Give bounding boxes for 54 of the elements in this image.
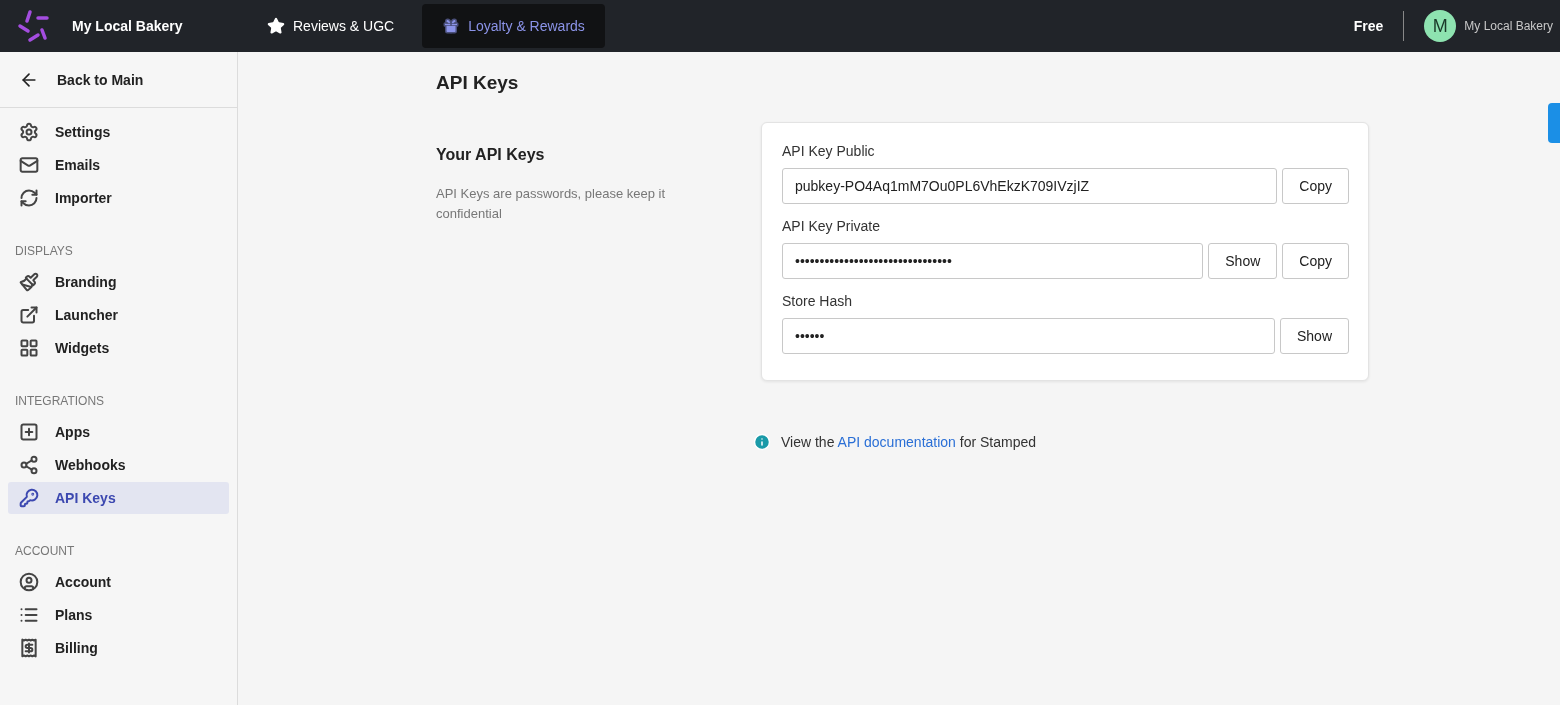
input-field[interactable]: ••••••: [782, 318, 1275, 354]
gift-icon: [442, 17, 461, 35]
input-field[interactable]: ••••••••••••••••••••••••••••••••: [782, 243, 1204, 279]
sidebar-item[interactable]: Branding: [8, 266, 229, 298]
logo-icon: [16, 8, 52, 44]
grid-icon: [19, 338, 39, 358]
field-button[interactable]: Show: [1279, 318, 1349, 354]
sync-icon: [19, 188, 39, 208]
sidebar-item[interactable]: Settings: [8, 116, 229, 148]
field-button[interactable]: Show: [1208, 243, 1278, 279]
section-title: Your API Keys: [436, 146, 546, 164]
receipt-icon: [19, 638, 39, 658]
list-icon: [19, 605, 39, 625]
external-link-icon: [19, 305, 39, 325]
sidebar-item[interactable]: Billing: [8, 632, 229, 664]
section-heading: INTEGRATIONS: [14, 393, 106, 410]
avatar[interactable]: M: [1424, 10, 1457, 42]
info-icon: [753, 433, 771, 451]
page-title: API Keys: [436, 72, 520, 94]
sidebar-item[interactable]: Account: [8, 566, 229, 598]
documentation-note: View the API documentation for Stamped: [781, 434, 1037, 450]
input-field[interactable]: pubkey-PO4Aq1mM7Ou0PL6VhEkzK709IVzjIZ: [782, 168, 1278, 204]
mail-icon: [19, 155, 39, 175]
nav-tab[interactable]: Reviews & UGC: [247, 4, 415, 48]
account-name[interactable]: My Local Bakery: [1464, 19, 1553, 33]
documentation-link[interactable]: API documentation: [837, 434, 956, 450]
nav-tab[interactable]: Loyalty & Rewards: [422, 4, 605, 48]
sidebar-item[interactable]: Webhooks: [8, 449, 229, 481]
user-circle-icon: [19, 572, 39, 592]
section-heading: DISPLAYS: [14, 243, 74, 260]
sidebar-item[interactable]: Apps: [8, 416, 229, 448]
sidebar-item[interactable]: Plans: [8, 599, 229, 631]
back-link[interactable]: Back to Main: [0, 52, 237, 108]
grid-plus-icon: [19, 422, 39, 442]
field-button[interactable]: Copy: [1282, 168, 1349, 204]
field-button[interactable]: Copy: [1282, 243, 1349, 279]
sidebar-item[interactable]: Importer: [8, 182, 229, 214]
key-icon: [19, 488, 39, 508]
gear-icon: [19, 122, 39, 142]
field-label: Store Hash: [782, 293, 854, 309]
section-heading: ACCOUNT: [14, 543, 76, 560]
sidebar-item[interactable]: Widgets: [8, 332, 229, 364]
side-tab[interactable]: [1548, 103, 1560, 143]
sidebar-item[interactable]: Emails: [8, 149, 229, 181]
section-description: API Keys are passwords, please keep it confidential: [436, 185, 667, 223]
plan-label: Free: [1353, 11, 1405, 41]
field-label: API Key Public: [782, 143, 876, 159]
brand-name: My Local Bakery: [72, 18, 184, 34]
brush-icon: [19, 272, 39, 292]
share-nodes-icon: [19, 455, 39, 475]
star-icon: [267, 17, 285, 35]
sidebar-item[interactable]: Launcher: [8, 299, 229, 331]
sidebar-item[interactable]: API Keys: [8, 482, 229, 514]
field-label: API Key Private: [782, 218, 882, 234]
